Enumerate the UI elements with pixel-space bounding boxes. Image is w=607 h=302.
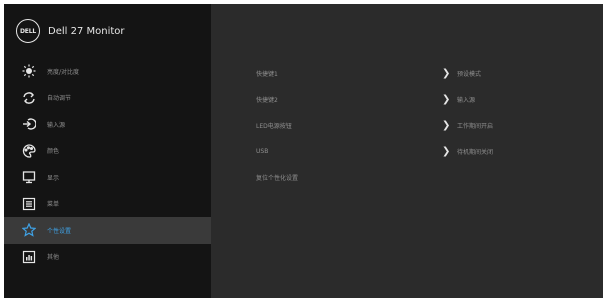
- setting-label: USB: [256, 147, 269, 155]
- setting-label: 复位个性化设置: [256, 174, 299, 182]
- osd-header: DELL Dell 27 Monitor: [4, 4, 211, 58]
- sidebar-menu: 亮度/对比度 自动调节 输入源 颜色 显示 菜单 个性设置 其他: [4, 58, 211, 270]
- chevron-right-icon: ❯: [442, 67, 451, 79]
- setting-row-reset-personalization[interactable]: 复位个性化设置: [256, 164, 603, 190]
- monitor-title: Dell 27 Monitor: [48, 25, 125, 37]
- setting-row-shortcut-key-2[interactable]: 快捷键2 ❯ 输入源: [256, 86, 603, 112]
- sidebar-item-label: 菜单: [47, 201, 60, 209]
- chevron-right-icon: ❯: [442, 93, 451, 105]
- auto-adjust-icon: [21, 90, 37, 106]
- setting-row-led-power-button[interactable]: LED电源按钮 ❯ 工作期间开启: [256, 112, 603, 138]
- sidebar-item-brightness-contrast[interactable]: 亮度/对比度: [4, 58, 211, 85]
- sidebar-item-label: 颜色: [47, 148, 60, 156]
- sidebar-item-others[interactable]: 其他: [4, 244, 211, 271]
- star-icon: [21, 222, 37, 238]
- sidebar-item-label: 自动调节: [47, 95, 72, 103]
- setting-value: 工作期间开启: [457, 122, 494, 130]
- sidebar-item-label: 个性设置: [47, 227, 72, 235]
- sidebar-item-input-source[interactable]: 输入源: [4, 111, 211, 138]
- setting-row-usb[interactable]: USB ❯ 待机期间关闭: [256, 138, 603, 164]
- setting-row-shortcut-key-1[interactable]: 快捷键1 ❯ 预设模式: [256, 60, 603, 86]
- setting-value: 预设模式: [457, 70, 482, 78]
- chevron-right-icon: ❯: [442, 145, 451, 157]
- sidebar-item-label: 其他: [47, 254, 60, 262]
- input-source-icon: [21, 116, 37, 132]
- sidebar-item-label: 显示: [47, 174, 60, 182]
- brightness-icon: [21, 63, 37, 79]
- setting-label: LED电源按钮: [256, 122, 292, 130]
- others-icon: [21, 249, 37, 265]
- sidebar-item-auto-adjust[interactable]: 自动调节: [4, 85, 211, 112]
- sidebar-item-label: 亮度/对比度: [47, 68, 80, 76]
- settings-panel: 快捷键1 ❯ 预设模式 快捷键2 ❯ 输入源 LED电源按钮 ❯ 工作期间开启 …: [211, 4, 603, 298]
- sidebar-item-display[interactable]: 显示: [4, 164, 211, 191]
- sidebar-item-personalize[interactable]: 个性设置: [4, 217, 211, 244]
- chevron-right-icon: ❯: [442, 119, 451, 131]
- setting-value: 待机期间关闭: [457, 148, 494, 156]
- setting-label: 快捷键2: [256, 96, 278, 104]
- setting-label: 快捷键1: [256, 70, 278, 78]
- color-icon: [21, 143, 37, 159]
- menu-icon: [21, 196, 37, 212]
- dell-logo-icon: DELL: [16, 19, 40, 43]
- sidebar-item-label: 输入源: [47, 121, 66, 129]
- setting-value: 输入源: [457, 96, 476, 104]
- sidebar: DELL Dell 27 Monitor 亮度/对比度 自动调节 输入源 颜色 …: [4, 4, 211, 298]
- sidebar-item-menu[interactable]: 菜单: [4, 191, 211, 218]
- display-icon: [21, 169, 37, 185]
- monitor-osd: DELL Dell 27 Monitor 亮度/对比度 自动调节 输入源 颜色 …: [4, 4, 603, 298]
- sidebar-item-color[interactable]: 颜色: [4, 138, 211, 165]
